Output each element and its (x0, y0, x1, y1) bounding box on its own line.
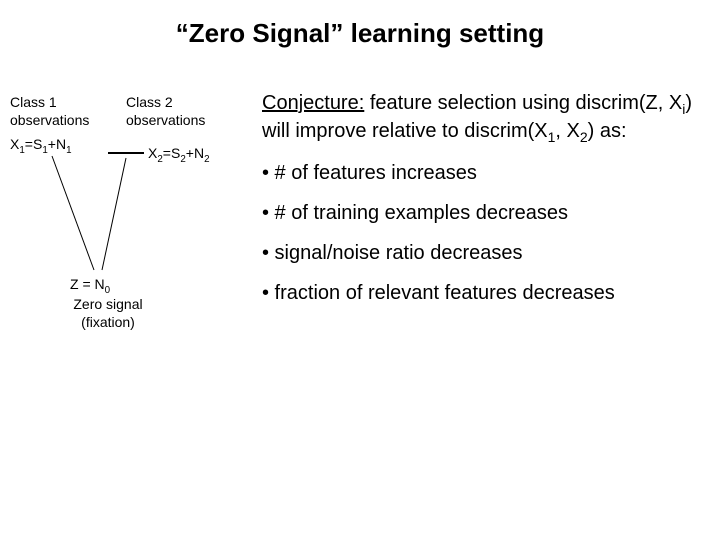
slide: “Zero Signal” learning setting Class 1 o… (0, 0, 720, 540)
bullet-4: • fraction of relevant features decrease… (262, 280, 707, 306)
bullet-3: • signal/noise ratio decreases (262, 240, 707, 266)
z-label-line1: Zero signal (73, 296, 142, 312)
conjecture-paragraph: Conjecture: feature selection using disc… (262, 90, 707, 146)
bullet-2: • # of training examples decreases (262, 200, 707, 226)
diagram-lines (10, 90, 245, 300)
z-equation: Z = N0 (70, 276, 110, 297)
z-label-line2: (fixation) (81, 314, 135, 330)
z-label: Zero signal (fixation) (58, 296, 158, 331)
conjecture-label: Conjecture: (262, 92, 364, 114)
diagram: Class 1 observations Class 2 observation… (10, 90, 245, 350)
bullet-list: • # of features increases • # of trainin… (262, 160, 707, 306)
bullet-1: • # of features increases (262, 160, 707, 186)
slide-title: “Zero Signal” learning setting (0, 18, 720, 49)
text-column: Conjecture: feature selection using disc… (262, 90, 707, 320)
